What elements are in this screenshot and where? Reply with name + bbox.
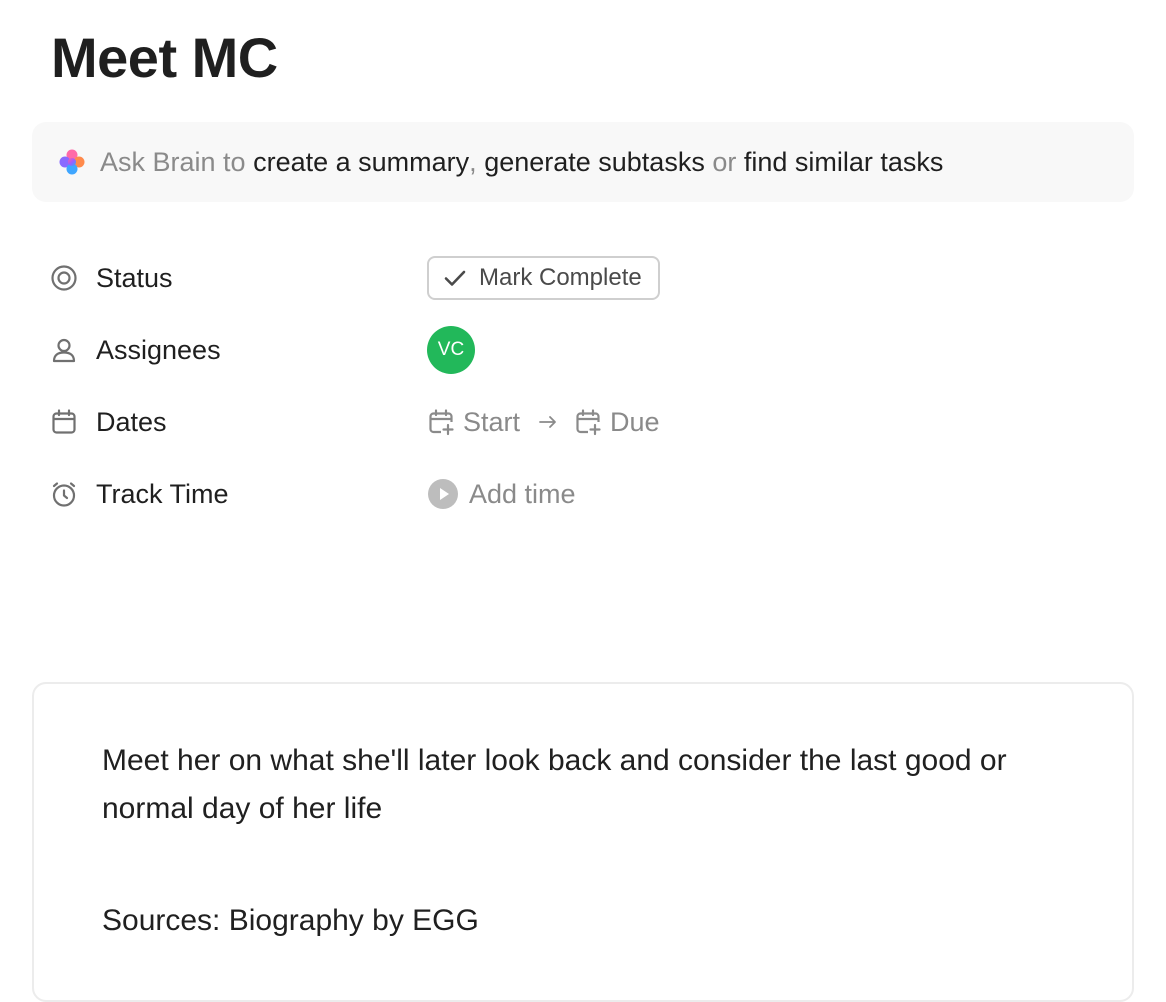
brain-separator-comma: ,: [469, 146, 477, 177]
stopwatch-icon: [48, 478, 80, 510]
status-label: Status: [96, 262, 173, 293]
create-summary-link[interactable]: create a summary: [253, 147, 469, 178]
description-editor[interactable]: [32, 682, 1134, 1002]
assignees-label-group: Assignees: [48, 334, 427, 366]
assignee-avatar[interactable]: VC: [427, 326, 475, 374]
assignees-row: Assignees VC: [48, 314, 948, 386]
status-label-group: Status: [48, 262, 427, 294]
calendar-add-icon: [574, 408, 602, 436]
generate-subtasks-link[interactable]: generate subtasks: [484, 147, 705, 178]
start-date-label: Start: [463, 406, 521, 437]
task-fields: Status Mark Complete Assignees VC Dates …: [48, 242, 948, 530]
ask-brain-bar: Ask Brain to create a summary , generate…: [32, 122, 1134, 202]
due-date-button[interactable]: Due: [574, 407, 660, 438]
description-text[interactable]: Meet her on what she'll later look back …: [102, 737, 1082, 833]
start-date-button[interactable]: Start: [427, 407, 520, 438]
find-similar-tasks-link[interactable]: find similar tasks: [744, 147, 944, 178]
due-date-label: Due: [610, 406, 660, 437]
dates-label: Dates: [96, 406, 167, 437]
description-sources[interactable]: Sources: Biography by EGG: [102, 897, 479, 945]
dates-row: Dates Start Due: [48, 386, 948, 458]
checkmark-icon: [441, 264, 469, 292]
calendar-add-icon: [427, 408, 455, 436]
brain-separator-or: or: [712, 146, 737, 177]
arrow-right-icon: [536, 410, 560, 434]
task-title[interactable]: Meet MC: [51, 22, 278, 94]
dates-label-group: Dates: [48, 406, 427, 438]
mark-complete-label: Mark Complete: [479, 264, 642, 291]
play-icon: [427, 478, 459, 510]
status-row: Status Mark Complete: [48, 242, 948, 314]
add-time-button[interactable]: Add time: [427, 478, 576, 510]
track-time-label: Track Time: [96, 478, 229, 509]
status-target-icon: [48, 262, 80, 294]
assignees-label: Assignees: [96, 334, 221, 365]
add-time-label: Add time: [469, 478, 576, 509]
mark-complete-button[interactable]: Mark Complete: [427, 256, 660, 300]
track-time-label-group: Track Time: [48, 478, 427, 510]
track-time-row: Track Time Add time: [48, 458, 948, 530]
calendar-icon: [48, 406, 80, 438]
person-icon: [48, 334, 80, 366]
brain-sparkle-icon: [56, 146, 88, 178]
ask-brain-prefix: Ask Brain to: [100, 146, 246, 177]
